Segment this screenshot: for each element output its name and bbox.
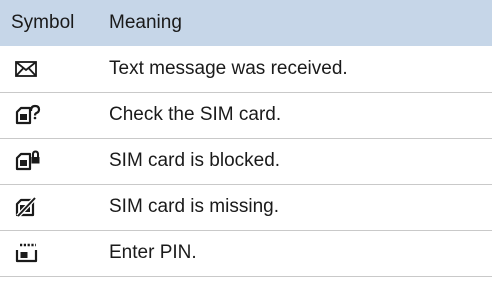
symbol-cell	[0, 138, 100, 185]
sim-pin-icon	[14, 241, 42, 265]
table-row: Enter PIN.	[0, 230, 492, 277]
meaning-cell: SIM card is missing.	[100, 184, 492, 231]
header-meaning: Meaning	[109, 12, 182, 33]
meaning-cell: SIM card is blocked.	[100, 138, 492, 185]
table-row: SIM card is blocked.	[0, 138, 492, 185]
table-row: Check the SIM card.	[0, 92, 492, 139]
symbol-cell	[0, 92, 100, 139]
meaning-cell: Text message was received.	[100, 46, 492, 93]
symbol-cell	[0, 46, 100, 93]
symbol-table: Symbol Meaning Text message was received…	[0, 0, 492, 277]
meaning-cell: Enter PIN.	[100, 230, 492, 277]
symbol-cell	[0, 184, 100, 231]
table-header: Symbol Meaning	[0, 0, 492, 46]
table-row: SIM card is missing.	[0, 184, 492, 231]
sim-blocked-icon	[14, 149, 42, 173]
header-symbol: Symbol	[11, 12, 75, 33]
table-body: Text message was received. Check the SIM…	[0, 46, 492, 277]
envelope-icon	[14, 57, 42, 81]
sim-missing-icon	[14, 195, 42, 219]
sim-check-icon	[14, 103, 42, 127]
table-row: Text message was received.	[0, 46, 492, 93]
symbol-cell	[0, 230, 100, 277]
header-row: Symbol Meaning	[0, 0, 492, 46]
meaning-cell: Check the SIM card.	[100, 92, 492, 139]
